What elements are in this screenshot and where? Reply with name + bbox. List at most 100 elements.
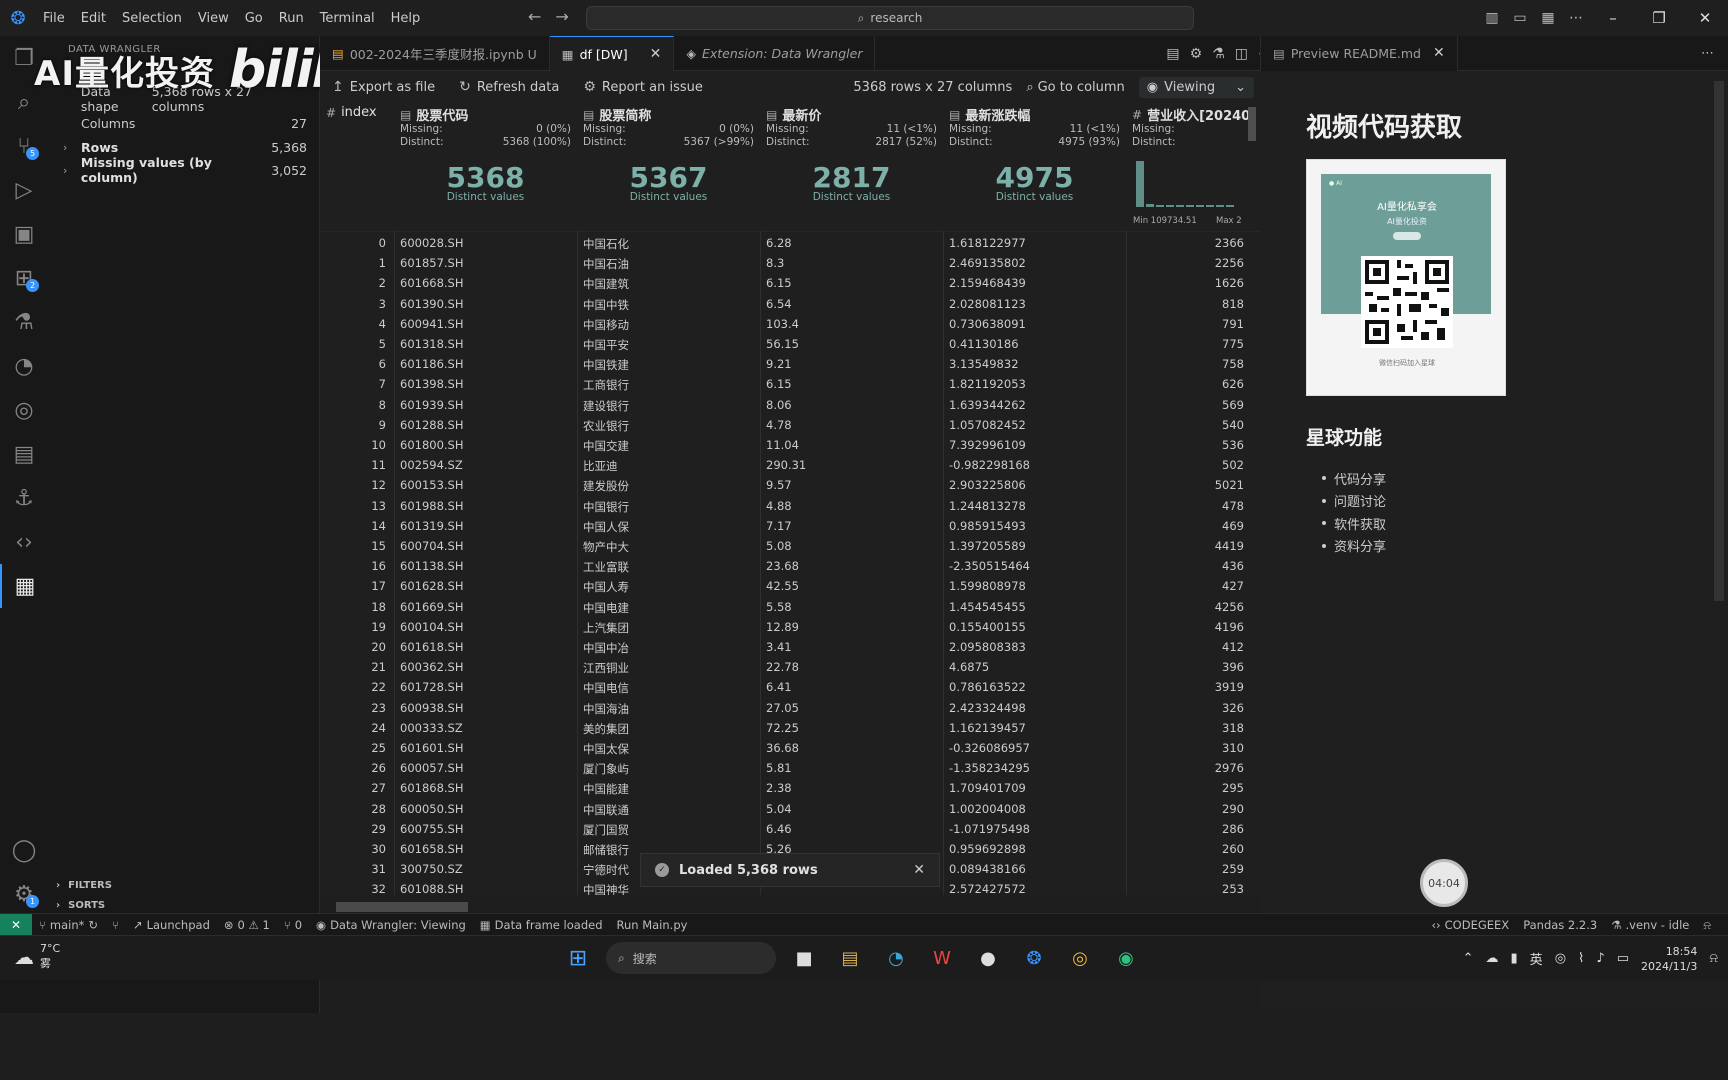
tab-0[interactable]: ▤ 002-2024年三季度财报.ipynb U (320, 36, 550, 71)
table-row[interactable]: 11 002594.SZ 比亚迪 290.31 -0.982298168 502 (320, 455, 1260, 475)
remote-indicator-icon[interactable]: ✕ (0, 913, 32, 936)
column-header[interactable]: ▤ 股票简称 Missing: 0 (0%) Distinct: 5367 (>99%) 5… (577, 103, 760, 231)
testing-icon[interactable]: ⚗ (0, 300, 48, 344)
table-row[interactable]: 13 601988.SH 中国银行 4.88 1.244813278 478 (320, 496, 1260, 516)
table-row[interactable]: 15 600704.SH 物产中大 5.08 1.397205589 4419 (320, 536, 1260, 556)
git-icon-item[interactable]: ⑂ (105, 918, 126, 932)
go-to-column-button[interactable]: ⌕ Go to column (1026, 80, 1124, 95)
toggle-sidebar-icon[interactable]: ▥ (1478, 10, 1506, 26)
table-row[interactable]: 29 600755.SH 厦门国贸 6.46 -1.071975498 286 (320, 819, 1260, 839)
run-main-button[interactable]: Run Main.py (610, 918, 695, 932)
chevron-up-icon[interactable]: ⌃ (1463, 951, 1474, 966)
settings-gear-icon[interactable]: ⚙ 1 (0, 872, 48, 916)
extensions-icon[interactable]: ⊞ 2 (0, 256, 48, 300)
column-header[interactable]: ▤ 股票代码 Missing: 0 (0%) Distinct: 5368 (100%) 5… (394, 103, 577, 231)
close-window-button[interactable]: ✕ (1682, 9, 1728, 27)
run-debug-icon[interactable]: ▷ (0, 168, 48, 212)
table-row[interactable]: 22 601728.SH 中国电信 6.41 0.786163522 3919 (320, 677, 1260, 697)
column-header[interactable]: ▤ 最新价 Missing: 11 (<1%) Distinct: 2817 (52%) 2… (760, 103, 943, 231)
table-row[interactable]: 18 601669.SH 中国电建 5.58 1.454545455 4256 (320, 597, 1260, 617)
data-wrangler-status[interactable]: ◉ Data Wrangler: Viewing (309, 918, 473, 932)
source-control-icon[interactable]: ⑂ 5 (0, 124, 48, 168)
table-row[interactable]: 19 600104.SH 上汽集团 12.89 0.155400155 4196 (320, 617, 1260, 637)
flask-icon[interactable]: ⚗ (1212, 46, 1225, 62)
table-row[interactable]: 9 601288.SH 农业银行 4.78 1.057082452 540 (320, 415, 1260, 435)
table-row[interactable]: 21 600362.SH 江西铜业 22.78 4.6875 396 (320, 657, 1260, 677)
report-issue-button[interactable]: ⚙ Report an issue (571, 79, 715, 95)
folder-taskbar-icon[interactable]: ▤ (832, 940, 868, 976)
taskbar-search[interactable]: ⌕ 搜索 (606, 942, 776, 974)
chrome-taskbar-icon[interactable]: ◎ (1062, 940, 1098, 976)
ime-indicator[interactable]: 英 (1530, 949, 1543, 968)
menu-item-terminal[interactable]: Terminal (313, 7, 382, 30)
table-row[interactable]: 4 600941.SH 中国移动 103.4 0.730638091 791 (320, 314, 1260, 334)
export-as-file-button[interactable]: ↥ Export as file (320, 79, 447, 95)
table-row[interactable]: 17 601628.SH 中国人寿 42.55 1.599808978 427 (320, 576, 1260, 596)
remote-explorer-icon[interactable]: ▣ (0, 212, 48, 256)
data-frame-status[interactable]: ▦ Data frame loaded (473, 918, 610, 932)
viewing-mode-dropdown[interactable]: ◉ Viewing ⌄ (1138, 76, 1254, 98)
codegeex-status[interactable]: ‹› CODEGEEX (1424, 918, 1516, 932)
table-row[interactable]: 6 601186.SH 中国铁建 9.21 3.13549832 758 (320, 354, 1260, 374)
weather-widget[interactable]: ☁ 7°C 雾 (14, 942, 60, 971)
table-row[interactable]: 14 601319.SH 中国人保 7.17 0.985915493 469 (320, 516, 1260, 536)
search-icon[interactable]: ⌕ (0, 80, 48, 124)
table-row[interactable]: 12 600153.SH 建发股份 9.57 2.903225806 5021 (320, 475, 1260, 495)
volume-icon[interactable]: ♪ (1596, 951, 1604, 966)
forward-arrow-icon[interactable]: → (555, 7, 568, 26)
git-graph-icon[interactable]: ◔ (0, 344, 48, 388)
onedrive-icon[interactable]: ☁ (1486, 951, 1499, 966)
filters-section[interactable]: › FILTERS (56, 880, 112, 891)
account-icon[interactable]: ◯ (0, 828, 48, 872)
close-tab-icon[interactable]: ✕ (1433, 45, 1445, 61)
command-center-search[interactable]: ⌕ research (586, 6, 1194, 30)
split-editor-icon[interactable]: ◫ (1235, 46, 1248, 62)
sidebar-row[interactable]: › Missing values (by column) 3,052 (63, 155, 307, 185)
wps-taskbar-icon[interactable]: W (924, 940, 960, 976)
notifications-bell[interactable]: ⍾ (1696, 918, 1718, 933)
sorts-section[interactable]: › SORTS (56, 900, 105, 911)
pandas-version[interactable]: Pandas 2.2.3 (1516, 918, 1604, 932)
start-button[interactable]: ⊞ (560, 940, 596, 976)
menu-item-file[interactable]: File (36, 7, 72, 30)
tab-1[interactable]: ▦ df [DW] ✕ (549, 36, 675, 71)
grid-vertical-scrollbar[interactable] (1248, 107, 1256, 141)
table-row[interactable]: 20 601618.SH 中国中冶 3.41 2.095808383 412 (320, 637, 1260, 657)
table-row[interactable]: 2 601668.SH 中国建筑 6.15 2.159468439 1626 (320, 273, 1260, 293)
refresh-data-button[interactable]: ↻ Refresh data (447, 79, 571, 95)
ports-indicator[interactable]: ⑂ 0 (277, 918, 309, 932)
table-row[interactable]: 1 601857.SH 中国石油 8.3 2.469135802 2256 (320, 253, 1260, 273)
launchpad-item[interactable]: ↗ Launchpad (126, 918, 217, 932)
close-tab-icon[interactable]: ✕ (650, 46, 662, 62)
table-row[interactable]: 10 601800.SH 中国交建 11.04 7.392996109 536 (320, 435, 1260, 455)
table-row[interactable]: 26 600057.SH 厦门象屿 5.81 -1.358234295 2976 (320, 758, 1260, 778)
docker-icon[interactable]: ⚓ (0, 476, 48, 520)
table-row[interactable]: 5 601318.SH 中国平安 56.15 0.41130186 775 (320, 334, 1260, 354)
table-row[interactable]: 0 600028.SH 中国石化 6.28 1.618122977 2366 (320, 233, 1260, 253)
more-icon[interactable]: ⋯ (1562, 10, 1590, 26)
preview-scrollbar[interactable] (1714, 81, 1724, 601)
grid-horizontal-scrollbar[interactable] (336, 902, 468, 912)
problems-indicator[interactable]: ⊗ 0 ⚠ 1 (217, 918, 277, 932)
vscode-taskbar-icon[interactable]: ❂ (1016, 940, 1052, 976)
table-row[interactable]: 24 000333.SZ 美的集团 72.25 1.162139457 318 (320, 718, 1260, 738)
table-row[interactable]: 7 601398.SH 工商银行 6.15 1.821192053 626 (320, 374, 1260, 394)
table-row[interactable]: 16 601138.SH 工业富联 23.68 -2.350515464 436 (320, 556, 1260, 576)
github-taskbar-icon[interactable]: ● (970, 940, 1006, 976)
menu-item-help[interactable]: Help (384, 7, 428, 30)
more-actions-icon[interactable]: ⋯ (1701, 46, 1714, 61)
edge-taskbar-icon[interactable]: ◔ (878, 940, 914, 976)
wifi-icon[interactable]: ⌇ (1578, 951, 1584, 966)
layout-icon[interactable]: ▦ (1534, 10, 1562, 26)
microphone-icon[interactable]: ▮ (1511, 951, 1518, 966)
column-header[interactable]: ▤ 最新涨跌幅 Missing: 11 (<1%) Distinct: 4975 (93%… (943, 103, 1126, 231)
close-notification-icon[interactable]: ✕ (913, 862, 925, 878)
column-header[interactable]: # 营业收入[20240 Missing: Distinct: Min 109734.5… (1126, 103, 1260, 231)
ime-settings-icon[interactable]: ◎ (1555, 951, 1566, 966)
kernel-status[interactable]: ⚗ .venv - idle (1604, 918, 1696, 932)
notebook-icon[interactable]: ▤ (0, 432, 48, 476)
notification-bell-icon[interactable]: ⍾ (1709, 951, 1718, 966)
table-row[interactable]: 25 601601.SH 中国太保 36.68 -0.326086957 310 (320, 738, 1260, 758)
system-clock[interactable]: 18:54 2024/11/3 (1641, 944, 1697, 974)
branch-indicator[interactable]: ⑂ main* ↻ (32, 918, 105, 932)
